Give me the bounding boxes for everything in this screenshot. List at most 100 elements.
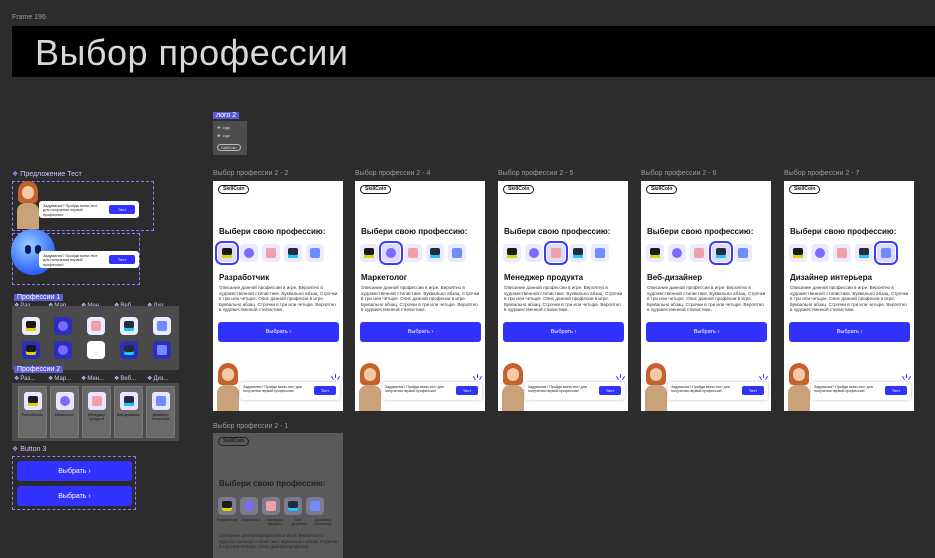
marketer-icon[interactable] [811, 244, 829, 262]
developer-icon[interactable] [789, 244, 807, 262]
button3-frame[interactable]: Выбрать › Выбрать › [12, 456, 136, 510]
dim-screen-frame-label[interactable]: Выбор профессии 2 - 1 [213, 423, 288, 430]
profession-screen[interactable]: SkillCoin Выбери свою профессию: Менеджер … [498, 181, 628, 411]
developer-icon[interactable] [646, 244, 664, 262]
profession-card-web-designer[interactable]: Веб-дизайнер [114, 386, 143, 438]
profession-screen[interactable]: SkillCoin Выбери свою профессию: Дизайнер … [784, 181, 914, 411]
interior-designer-icon[interactable] [306, 244, 324, 262]
marketer-icon[interactable] [240, 497, 258, 515]
offer-test-button[interactable]: Тест [742, 386, 764, 395]
marketer-selected-icon[interactable] [54, 341, 72, 359]
marketer-icon[interactable] [240, 244, 258, 262]
interior-designer-icon[interactable] [153, 317, 171, 335]
marketer-icon[interactable] [668, 244, 686, 262]
interior-designer-icon[interactable] [734, 244, 752, 262]
choose-button[interactable]: Выбрать › [789, 322, 910, 342]
screen-frame-label[interactable]: Выбор профессии 2 - 2 [213, 170, 288, 177]
developer-icon[interactable] [215, 241, 239, 265]
offer-bubble: Задумался? Пройди мини-тест для получени… [811, 382, 911, 400]
developer-icon[interactable] [360, 244, 378, 262]
interior-designer-selected-icon[interactable] [153, 341, 171, 359]
offer-test-button[interactable]: Тест [599, 386, 621, 395]
profession-card-marketer[interactable]: Маркетолог [50, 386, 79, 438]
professions2-sublabel-4[interactable]: ❖ Веб... [114, 375, 136, 383]
web-designer-icon[interactable] [569, 244, 587, 262]
title-banner[interactable]: Выбор профессии [12, 26, 935, 77]
offer-test-button[interactable]: Тест [456, 386, 478, 395]
sparkle-icon [616, 374, 625, 382]
choose-button-default[interactable]: Выбрать › [17, 461, 132, 481]
profession-screen[interactable]: SkillCoin Выбери свою профессию: Маркетоло… [355, 181, 485, 411]
profession-icons [646, 241, 752, 265]
developer-icon[interactable] [22, 317, 40, 335]
developer-selected-icon[interactable] [22, 341, 40, 359]
professions2-sublabel-2[interactable]: ❖ Мар... [48, 375, 71, 383]
profession-description: Описание данной профессии в игре. Вероят… [219, 285, 338, 313]
screen-frame-label[interactable]: Выбор профессии 2 - 6 [641, 170, 716, 177]
interior-designer-icon[interactable] [874, 241, 898, 265]
product-manager-icon[interactable] [262, 244, 280, 262]
web-designer-icon[interactable] [284, 244, 302, 262]
web-designer-icon[interactable] [284, 497, 302, 515]
choose-question: Выбери свою профессию: [790, 227, 897, 236]
interior-designer-icon[interactable] [591, 244, 609, 262]
offer-test-button[interactable]: Тест [109, 205, 135, 214]
offer-test-button[interactable]: Тест [314, 386, 336, 395]
dim-screen[interactable]: SkillCoin Выбери свою профессию: Разрабо… [213, 433, 343, 558]
web-designer-icon[interactable] [426, 244, 444, 262]
web-designer-selected-icon[interactable] [120, 341, 138, 359]
logo-component[interactable]: ❖ logo ❖ logo SkillCoin [213, 121, 247, 155]
screen-frame-label[interactable]: Выбор профессии 2 - 5 [498, 170, 573, 177]
product-manager-icon[interactable] [690, 244, 708, 262]
professions1-label[interactable]: Профессии 1 [14, 294, 64, 301]
professions2-sublabel-1[interactable]: ❖ Раз... [14, 375, 35, 383]
professions2-sublabel-5[interactable]: ❖ Диз... [147, 375, 169, 383]
product-manager-icon[interactable] [404, 244, 422, 262]
product-manager-icon[interactable] [833, 244, 851, 262]
choose-button[interactable]: Выбрать › [503, 322, 624, 342]
marketer-icon[interactable] [379, 241, 403, 265]
profession-card-interior-designer[interactable]: Дизайнер интерьера [146, 386, 175, 438]
profession-screen[interactable]: SkillCoin Выбери свою профессию: Веб-дизай… [641, 181, 771, 411]
developer-icon[interactable] [503, 244, 521, 262]
choose-question: Выбери свою профессию: [647, 227, 754, 236]
professions2-grid[interactable]: Разработчик Маркетолог Менеджер продукта… [12, 383, 179, 441]
choose-button-hover[interactable]: Выбрать › [17, 486, 132, 506]
offer-test-button[interactable]: Тест [109, 255, 135, 264]
professions2-label[interactable]: Профессии 2 [14, 366, 64, 373]
developer-icon[interactable] [218, 497, 236, 515]
dim-label-3: Менеджер продукта [266, 518, 284, 526]
offer-bubble: Задумался? Пройди мини-тест для получени… [382, 382, 482, 400]
marketer-icon[interactable] [525, 244, 543, 262]
profession-card-product-manager[interactable]: Менеджер продукта [82, 386, 111, 438]
interior-designer-icon[interactable] [306, 497, 324, 515]
frame-label[interactable]: Frame 196 [12, 14, 46, 21]
logo-component-label[interactable]: лого 2 [213, 112, 240, 119]
skillcoin-logo: SkillCoin [646, 185, 678, 194]
interior-designer-icon[interactable] [448, 244, 466, 262]
professions2-sublabel-3[interactable]: ❖ Мен... [81, 375, 104, 383]
offer-test-button[interactable]: Тест [885, 386, 907, 395]
product-manager-icon[interactable] [87, 317, 105, 335]
web-designer-icon[interactable] [709, 241, 733, 265]
choose-button[interactable]: Выбрать › [218, 322, 339, 342]
professions1-grid[interactable] [12, 306, 179, 370]
offer-component-label[interactable]: ❖ Предложение Тест [12, 170, 82, 179]
dim-label-2: Маркетолог [241, 518, 261, 522]
screen-frame-label[interactable]: Выбор профессии 2 - 4 [355, 170, 430, 177]
sparkle-icon [331, 374, 340, 382]
choose-button[interactable]: Выбрать › [360, 322, 481, 342]
profession-card-developer[interactable]: Разработчик [18, 386, 47, 438]
web-designer-icon[interactable] [120, 317, 138, 335]
offer-bubble-text: Задумался? Пройди мини-тест для получени… [528, 385, 587, 394]
button3-label[interactable]: ❖ Button 3 [12, 445, 46, 454]
profession-screen[interactable]: SkillCoin Выбери свою профессию: Разработч… [213, 181, 343, 411]
screen-frame-label[interactable]: Выбор профессии 2 - 7 [784, 170, 859, 177]
logo-row-2: ❖ logo [217, 133, 231, 138]
product-manager-icon[interactable] [262, 497, 280, 515]
marketer-icon[interactable] [54, 317, 72, 335]
product-manager-icon[interactable] [544, 241, 568, 265]
choose-button[interactable]: Выбрать › [646, 322, 767, 342]
web-designer-icon[interactable] [855, 244, 873, 262]
product-manager-selected-icon[interactable] [87, 341, 105, 359]
